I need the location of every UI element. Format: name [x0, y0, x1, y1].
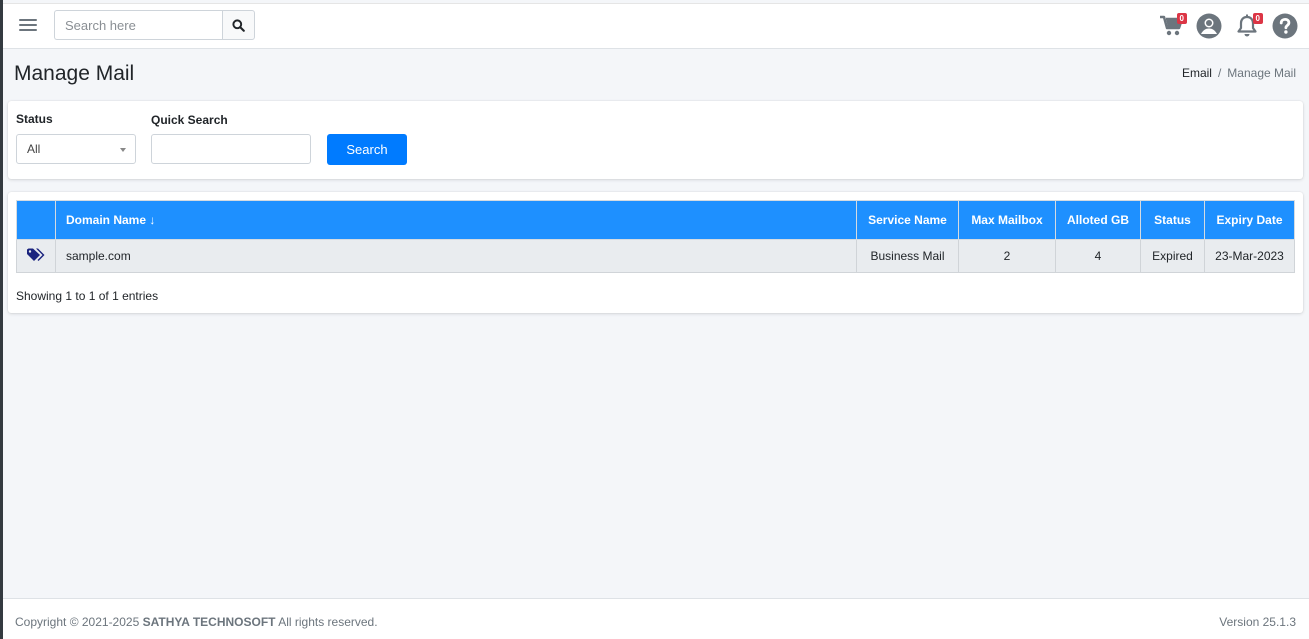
col-expiry-date[interactable]: Expiry Date — [1204, 200, 1295, 240]
table-header-row: Domain Name ↓ Service Name Max Mailbox A… — [16, 200, 1295, 240]
navbar-right-icons: 0 0 — [1157, 12, 1299, 40]
status-label: Status — [16, 112, 53, 126]
notifications-badge: 0 — [1252, 13, 1263, 24]
status-select[interactable]: All — [16, 134, 136, 164]
sidebar-edge — [0, 0, 3, 639]
col-max-mailbox[interactable]: Max Mailbox — [958, 200, 1056, 240]
user-button[interactable] — [1195, 12, 1223, 40]
page-title: Manage Mail — [14, 62, 135, 85]
navbar-search-input[interactable] — [54, 10, 222, 40]
breadcrumb-current: Manage Mail — [1227, 66, 1296, 80]
navbar-search — [54, 10, 255, 40]
user-circle-icon — [1196, 13, 1222, 39]
cell-domain[interactable]: sample.com — [55, 239, 857, 273]
footer: Copyright © 2021-2025 SATHYA TECHNOSOFT … — [3, 598, 1309, 639]
col-icon — [16, 200, 56, 240]
row-icon-cell — [16, 239, 56, 273]
col-domain-name[interactable]: Domain Name ↓ — [55, 200, 857, 240]
search-icon — [232, 18, 245, 32]
cell-max-mailbox: 2 — [958, 239, 1056, 273]
table-row[interactable]: sample.com Business Mail 2 4 Expired 23-… — [16, 239, 1295, 273]
breadcrumb-email[interactable]: Email — [1182, 66, 1212, 80]
search-button[interactable]: Search — [327, 134, 407, 165]
status-select-value: All — [27, 142, 41, 156]
filter-card: Status All Quick Search Search — [8, 101, 1303, 179]
col-alloted-gb[interactable]: Alloted GB — [1055, 200, 1141, 240]
chevron-down-icon — [120, 148, 126, 152]
cell-expiry: 23-Mar-2023 — [1204, 239, 1295, 273]
quick-search-input[interactable] — [151, 134, 311, 164]
notifications-button[interactable]: 0 — [1233, 12, 1263, 40]
navbar-search-button[interactable] — [222, 10, 255, 40]
version-text: Version 25.1.3 — [1219, 615, 1296, 629]
cell-status: Expired — [1140, 239, 1205, 273]
cart-button[interactable]: 0 — [1157, 12, 1187, 40]
mail-table: Domain Name ↓ Service Name Max Mailbox A… — [16, 200, 1295, 273]
help-button[interactable] — [1271, 12, 1299, 40]
cell-service: Business Mail — [856, 239, 959, 273]
col-status[interactable]: Status — [1140, 200, 1205, 240]
top-navbar: 0 0 — [3, 3, 1309, 49]
col-service-name[interactable]: Service Name — [856, 200, 959, 240]
copyright-text: Copyright © 2021-2025 SATHYA TECHNOSOFT … — [15, 615, 378, 629]
sort-arrow-down-icon: ↓ — [149, 213, 156, 227]
cell-alloted-gb: 4 — [1055, 239, 1141, 273]
question-circle-icon — [1272, 13, 1298, 39]
table-info: Showing 1 to 1 of 1 entries — [16, 289, 159, 303]
company-name: SATHYA TECHNOSOFT — [142, 615, 276, 629]
cart-badge: 0 — [1176, 13, 1187, 24]
hamburger-menu-icon[interactable] — [19, 16, 37, 34]
quick-search-label: Quick Search — [151, 113, 228, 127]
breadcrumb: Email / Manage Mail — [1182, 66, 1296, 80]
breadcrumb-separator: / — [1217, 66, 1222, 80]
tags-icon[interactable] — [27, 248, 45, 262]
results-card: Domain Name ↓ Service Name Max Mailbox A… — [8, 192, 1303, 313]
